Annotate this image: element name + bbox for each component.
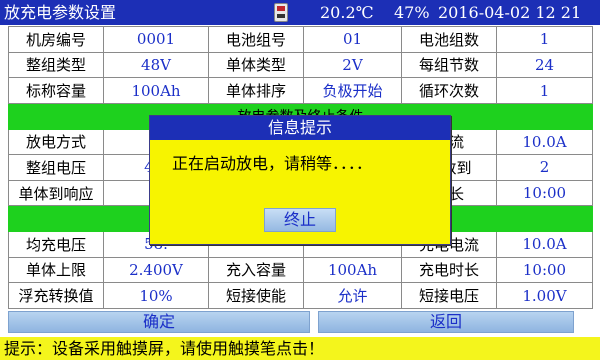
param-label: 充入容量 [208, 256, 304, 284]
param-value[interactable]: 10.0A [496, 128, 593, 156]
param-value[interactable]: 1.00V [496, 282, 593, 309]
param-value[interactable]: 10:00 [496, 179, 593, 207]
param-value[interactable]: 01 [303, 26, 402, 53]
param-value[interactable]: 2 [496, 154, 593, 181]
confirm-button[interactable]: 确定 [8, 311, 310, 333]
param-value[interactable]: 1 [496, 77, 593, 104]
param-label: 整组电压 [8, 154, 104, 181]
param-value[interactable]: 100Ah [103, 77, 209, 104]
title-bar: 放充电参数设置 20.2℃ 47% 2016-04-02 12 21 [0, 0, 600, 25]
dialog-title: 信息提示 [150, 116, 450, 140]
param-value[interactable]: 10% [103, 282, 209, 309]
stop-button[interactable]: 终止 [264, 208, 336, 232]
param-label: 电池组号 [208, 26, 304, 53]
param-value[interactable]: 100Ah [303, 256, 402, 284]
param-value[interactable]: 2V [303, 51, 402, 79]
param-value[interactable]: 0001 [103, 26, 209, 53]
param-label: 单体到响应 [8, 179, 104, 207]
battery-readout: 47% [394, 3, 430, 22]
param-label: 整组类型 [8, 51, 104, 79]
param-label: 循环次数 [401, 77, 497, 104]
table-row: 单体上限 2.400V 充入容量 100Ah 充电时长 10:00 [8, 256, 593, 284]
param-value[interactable]: 负极开始 [303, 77, 402, 104]
param-value[interactable]: 24 [496, 51, 593, 79]
param-label: 充电时长 [401, 256, 497, 284]
param-label: 放电方式 [8, 128, 104, 156]
param-label: 单体上限 [8, 256, 104, 284]
param-value[interactable]: 10:00 [496, 256, 593, 284]
page-title: 放充电参数设置 [4, 3, 117, 22]
table-row: 整组类型 48V 单体类型 2V 每组节数 24 [8, 51, 593, 79]
param-label: 浮充转换值 [8, 282, 104, 309]
param-label: 单体排序 [208, 77, 304, 104]
param-label: 均充电压 [8, 231, 104, 258]
param-value[interactable]: 10.0A [496, 231, 593, 258]
param-value[interactable]: 允许 [303, 282, 402, 309]
info-dialog: 信息提示 正在启动放电，请稍等．．．． 终止 [149, 115, 451, 245]
param-label: 每组节数 [401, 51, 497, 79]
table-row: 标称容量 100Ah 单体排序 负极开始 循环次数 1 [8, 77, 593, 104]
param-label: 电池组数 [401, 26, 497, 53]
param-value[interactable]: 48V [103, 51, 209, 79]
back-button[interactable]: 返回 [318, 311, 574, 333]
param-label: 短接电压 [401, 282, 497, 309]
temperature-readout: 20.2℃ [320, 3, 374, 22]
table-row: 机房编号 0001 电池组号 01 电池组数 1 [8, 26, 593, 53]
table-row: 浮充转换值 10% 短接使能 允许 短接电压 1.00V [8, 282, 593, 309]
param-label: 机房编号 [8, 26, 104, 53]
sd-card-icon [274, 3, 288, 22]
param-label: 标称容量 [8, 77, 104, 104]
tip-bar: 提示：设备采用触摸屏，请使用触摸笔点击！ [0, 337, 600, 360]
param-label: 单体类型 [208, 51, 304, 79]
param-label: 短接使能 [208, 282, 304, 309]
param-value[interactable]: 1 [496, 26, 593, 53]
param-value[interactable]: 2.400V [103, 256, 209, 284]
dialog-message: 正在启动放电，请稍等．．．． [172, 154, 373, 173]
datetime-readout: 2016-04-02 12 21 [438, 3, 582, 22]
